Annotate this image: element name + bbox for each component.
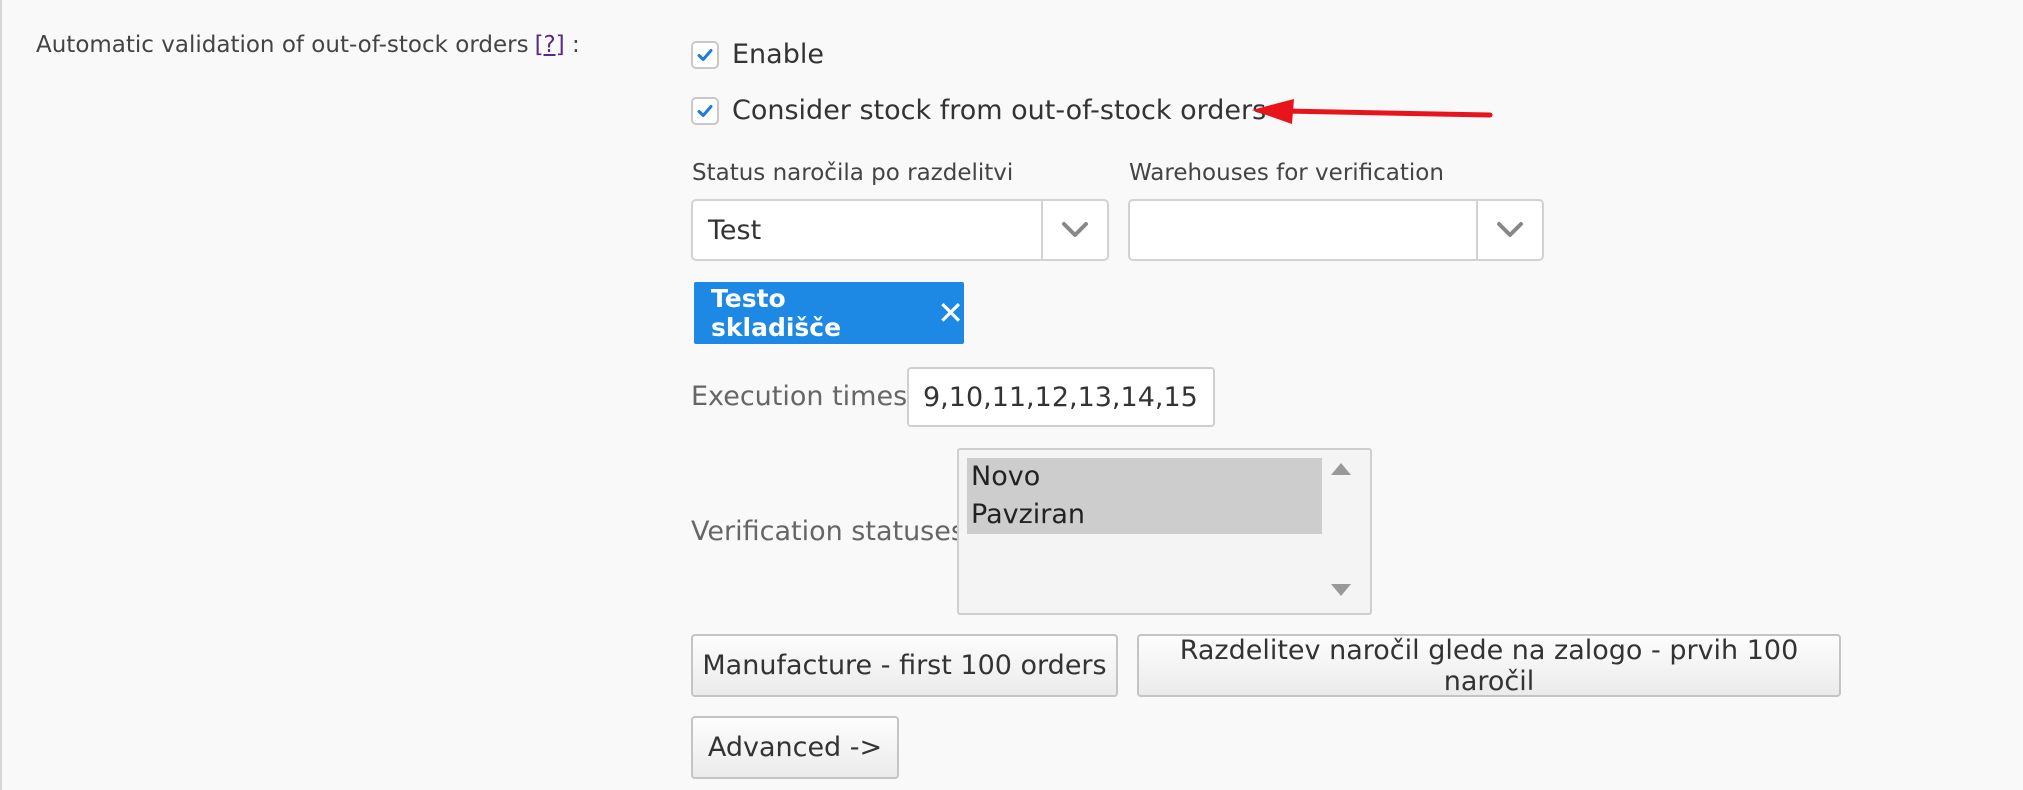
advanced-button[interactable]: Advanced -> [691, 716, 899, 779]
chevron-down-icon[interactable] [1496, 220, 1524, 240]
enable-checkbox-row[interactable]: Enable [691, 39, 824, 70]
select-divider [1476, 201, 1478, 259]
status-select-value: Test [708, 215, 762, 246]
scroll-up-icon[interactable] [1330, 462, 1352, 476]
status-select-label: Status naročila po razdelitvi [692, 160, 1014, 186]
manufacture-button[interactable]: Manufacture - first 100 orders [691, 634, 1118, 697]
select-divider [1041, 201, 1043, 259]
consider-stock-checkbox[interactable] [691, 96, 719, 125]
list-option[interactable]: Novo [967, 458, 1322, 496]
enable-checkbox-label: Enable [732, 39, 824, 70]
consider-stock-checkbox-label: Consider stock from out-of-stock orders [732, 95, 1267, 126]
checkmark-icon [697, 104, 713, 117]
warehouse-select[interactable] [1128, 199, 1544, 261]
status-select[interactable]: Test [691, 199, 1109, 261]
warehouse-tag: Testo skladišče ✕ [694, 282, 964, 344]
warehouse-tag-label: Testo skladišče [711, 284, 842, 342]
red-arrow-annotation [1252, 99, 1493, 124]
scroll-down-icon[interactable] [1330, 583, 1352, 597]
split-orders-button[interactable]: Razdelitev naročil glede na zalogo - prv… [1137, 634, 1841, 697]
warehouse-select-label: Warehouses for verification [1129, 160, 1444, 186]
list-option[interactable]: Pavziran [967, 496, 1322, 534]
execution-times-label: Execution times: [691, 381, 917, 412]
close-icon[interactable]: ✕ [937, 297, 964, 329]
field-label-colon: : [572, 32, 580, 58]
verification-statuses-listbox[interactable]: Novo Pavziran [957, 448, 1372, 615]
verification-statuses-label: Verification statuses: [691, 516, 975, 547]
field-label: Automatic validation of out-of-stock ord… [36, 32, 580, 58]
execution-times-input[interactable] [907, 367, 1215, 427]
consider-stock-checkbox-row[interactable]: Consider stock from out-of-stock orders [691, 95, 1266, 126]
field-label-text: Automatic validation of out-of-stock ord… [36, 32, 529, 58]
checkmark-icon [697, 48, 713, 61]
chevron-down-icon[interactable] [1061, 220, 1089, 240]
left-border [0, 0, 2, 790]
help-link[interactable]: [?] [535, 32, 565, 58]
enable-checkbox[interactable] [691, 40, 719, 69]
